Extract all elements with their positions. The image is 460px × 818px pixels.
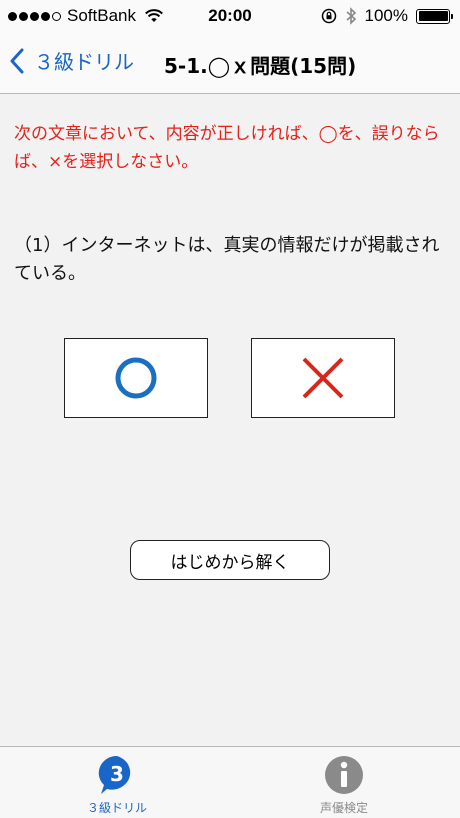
true-answer-button[interactable]: [64, 338, 208, 418]
status-bar: SoftBank 20:00 100%: [0, 0, 460, 34]
bluetooth-icon: [345, 7, 356, 25]
battery-percent: 100%: [364, 6, 408, 25]
battery-icon: [416, 8, 453, 24]
cross-mark-icon: [302, 357, 344, 399]
tab-voice-exam[interactable]: 声優検定: [284, 753, 404, 816]
page-title: 5-1.◯ｘ問題(15問): [164, 54, 357, 78]
circle-mark-icon: [115, 357, 157, 399]
false-answer-button[interactable]: [251, 338, 395, 418]
svg-text:3: 3: [110, 762, 124, 786]
back-button[interactable]: ３級ドリル: [10, 46, 134, 75]
drill-3-icon: 3: [98, 755, 131, 794]
tab-voice-exam-label: 声優検定: [319, 801, 368, 815]
back-button-label: ３級ドリル: [34, 50, 134, 74]
tab-drill-label: ３級ドリル: [86, 801, 147, 815]
navigation-bar: ３級ドリル 5-1.◯ｘ問題(15問): [0, 34, 460, 94]
tab-bar: 3 ３級ドリル 声優検定: [0, 746, 460, 818]
question-text: （1）インターネットは、真実の情報だけが掲載されている。: [14, 235, 440, 284]
info-icon: [325, 756, 363, 794]
chevron-left-icon: [10, 48, 24, 73]
rotation-lock-icon: [321, 8, 336, 24]
status-right: 100%: [321, 6, 453, 26]
instruction-text: 次の文章において、内容が正しければ、◯を、誤りならば、×を選択しなさい。: [14, 124, 440, 172]
restart-button[interactable]: はじめから解く: [130, 540, 330, 580]
tab-drill[interactable]: 3 ３級ドリル: [57, 753, 177, 816]
